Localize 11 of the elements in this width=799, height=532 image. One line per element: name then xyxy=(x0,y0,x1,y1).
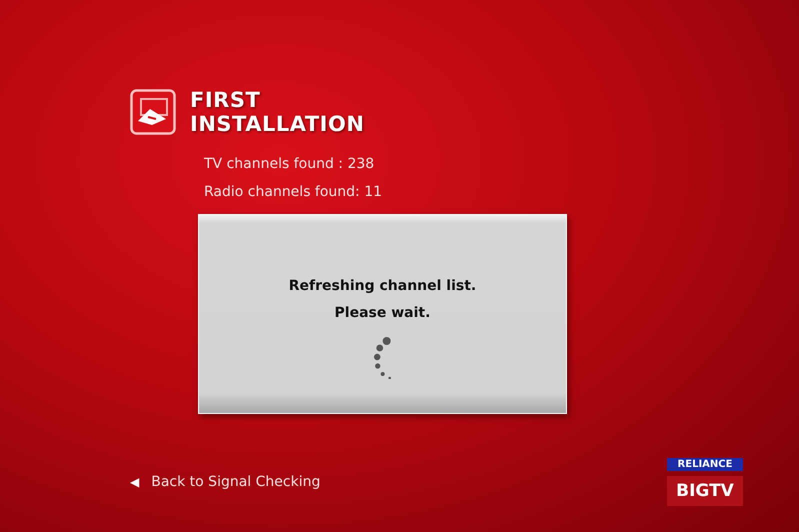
screen-title: FIRST xyxy=(190,88,262,112)
back-link[interactable]: ◀ Back to Signal Checking xyxy=(130,474,320,490)
screen-title: INSTALLATION xyxy=(190,112,364,136)
channel-count: TV channels found : 238 xyxy=(204,155,376,174)
dialog-message: Refreshing channel list. xyxy=(288,277,476,296)
dialog-message: Please wait. xyxy=(334,304,430,323)
logo-bottom: BIGTV xyxy=(667,476,743,506)
channel-count: Radio channels found: 11 xyxy=(204,183,384,202)
installation-icon xyxy=(130,89,176,135)
logo-top: RELIANCE xyxy=(667,458,743,471)
loading-spinner-icon xyxy=(374,337,391,379)
